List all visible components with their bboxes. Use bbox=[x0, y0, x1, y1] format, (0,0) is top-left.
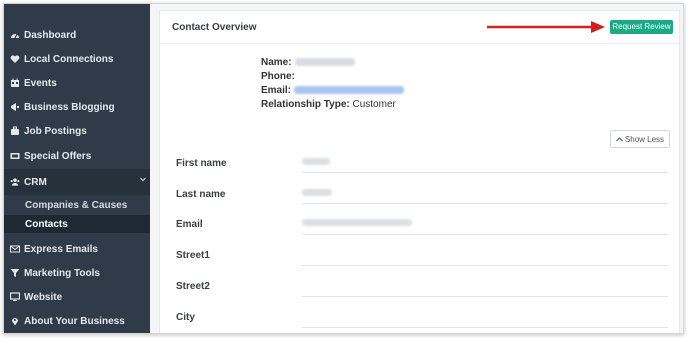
summary-email-row: Email: bbox=[261, 84, 405, 98]
name-value-redacted bbox=[294, 58, 355, 67]
contact-summary: Name: Phone: Email: Relationship Type: C… bbox=[261, 56, 405, 112]
chevron-up-icon bbox=[616, 135, 623, 144]
last-name-field[interactable] bbox=[302, 203, 668, 204]
sidebar-item-label: Local Connections bbox=[24, 53, 114, 65]
sidebar-item-label: Dashboard bbox=[24, 29, 77, 41]
street1-label: Street1 bbox=[176, 250, 210, 261]
summary-phone-row: Phone: bbox=[261, 70, 404, 84]
first-name-field[interactable] bbox=[302, 172, 668, 173]
sidebar-item-label: Events bbox=[24, 77, 57, 89]
map-pin-icon bbox=[10, 316, 20, 326]
first-name-label: First name bbox=[176, 158, 227, 169]
panel-header: Contact Overview Request Review bbox=[160, 11, 679, 44]
sidebar: Dashboard Local Connections Events Busin… bbox=[4, 4, 150, 333]
city-field[interactable] bbox=[302, 327, 668, 328]
sidebar-item-label: CRM bbox=[24, 176, 47, 188]
sidebar-item-about-your-business[interactable]: About Your Business bbox=[4, 309, 150, 333]
sidebar-item-business-blogging[interactable]: Business Blogging bbox=[4, 95, 150, 119]
sidebar-item-label: About Your Business bbox=[24, 315, 125, 327]
sidebar-subitem-label: Companies & Causes bbox=[25, 199, 128, 211]
sidebar-item-label: Marketing Tools bbox=[24, 267, 100, 279]
sidebar-item-crm[interactable]: CRM bbox=[4, 169, 150, 195]
phone-label: Phone: bbox=[261, 71, 295, 82]
sidebar-item-dashboard[interactable]: Dashboard bbox=[4, 23, 150, 47]
summary-relationship-row: Relationship Type: Customer bbox=[261, 98, 404, 112]
street1-field[interactable] bbox=[302, 265, 668, 266]
heart-icon bbox=[10, 54, 20, 64]
show-less-label: Show Less bbox=[624, 134, 665, 144]
calendar-icon bbox=[10, 78, 20, 88]
sidebar-item-label: Special Offers bbox=[24, 150, 92, 162]
megaphone-icon bbox=[10, 102, 20, 112]
ticket-icon bbox=[10, 151, 20, 161]
street2-field[interactable] bbox=[302, 296, 668, 297]
email-field-value-redacted bbox=[302, 219, 412, 226]
last-name-value-redacted bbox=[302, 189, 332, 196]
relationship-value: Customer bbox=[352, 99, 396, 110]
sidebar-item-events[interactable]: Events bbox=[4, 71, 150, 95]
sidebar-subitem-label: Contacts bbox=[25, 218, 68, 230]
request-review-button[interactable]: Request Review bbox=[610, 20, 673, 34]
sidebar-subitem-contacts[interactable]: Contacts bbox=[4, 215, 150, 233]
filter-icon bbox=[10, 268, 20, 278]
relationship-label: Relationship Type: bbox=[261, 99, 350, 110]
sidebar-item-label: Business Blogging bbox=[24, 101, 115, 113]
users-icon bbox=[10, 177, 20, 187]
summary-name-row: Name: bbox=[261, 56, 404, 70]
sidebar-subitem-companies-causes[interactable]: Companies & Causes bbox=[4, 196, 150, 214]
name-label: Name: bbox=[261, 57, 292, 68]
sidebar-item-website[interactable]: Website bbox=[4, 285, 150, 309]
briefcase-icon bbox=[10, 126, 20, 136]
chevron-down-icon bbox=[140, 175, 146, 184]
sidebar-item-express-emails[interactable]: Express Emails bbox=[4, 237, 150, 261]
sidebar-item-marketing-tools[interactable]: Marketing Tools bbox=[4, 261, 150, 285]
email-field[interactable] bbox=[302, 234, 668, 235]
sidebar-item-special-offers[interactable]: Special Offers bbox=[4, 144, 150, 168]
last-name-label: Last name bbox=[176, 189, 226, 200]
sidebar-item-label: Job Postings bbox=[24, 125, 87, 137]
red-arrow-annotation bbox=[487, 21, 605, 33]
email-value-redacted[interactable] bbox=[294, 86, 405, 95]
city-label: City bbox=[176, 312, 195, 323]
email-field-label: Email bbox=[176, 219, 203, 230]
sidebar-item-job-postings[interactable]: Job Postings bbox=[4, 119, 150, 143]
app-window: Dashboard Local Connections Events Busin… bbox=[3, 3, 684, 334]
page-title: Contact Overview bbox=[172, 22, 257, 33]
monitor-icon bbox=[10, 292, 20, 302]
sidebar-item-local-connections[interactable]: Local Connections bbox=[4, 47, 150, 71]
dashboard-icon bbox=[10, 30, 20, 40]
contact-overview-panel: Contact Overview Request Review Name: Ph… bbox=[159, 10, 680, 333]
sidebar-item-label: Express Emails bbox=[24, 243, 98, 255]
first-name-value-redacted bbox=[302, 158, 330, 165]
show-less-button[interactable]: Show Less bbox=[610, 130, 670, 148]
sidebar-item-label: Website bbox=[24, 291, 63, 303]
email-label: Email: bbox=[261, 85, 292, 96]
street2-label: Street2 bbox=[176, 281, 210, 292]
envelope-icon bbox=[10, 244, 20, 254]
